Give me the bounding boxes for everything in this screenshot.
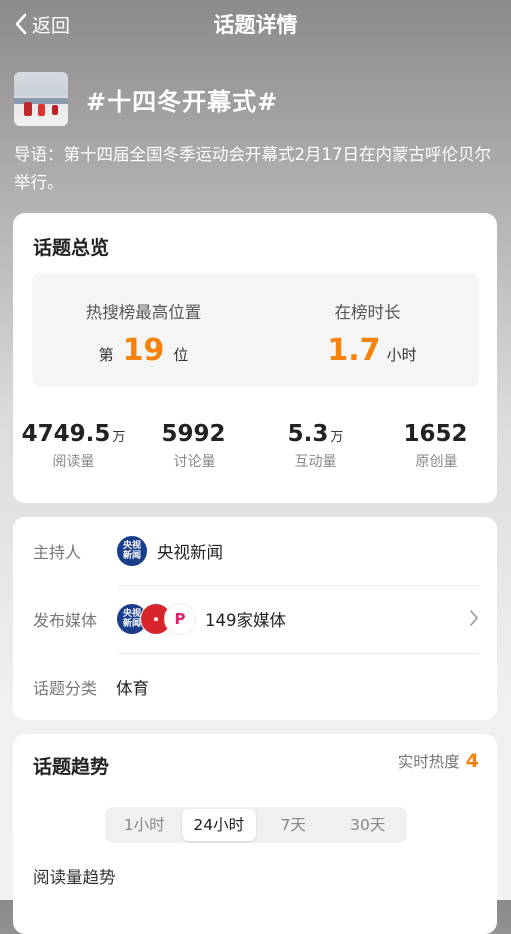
stat-value: 5992 bbox=[161, 421, 226, 447]
topic-intro: 导语：第十四届全国冬季运动会开幕式2月17日在内蒙古呼伦贝尔举行。 bbox=[14, 145, 491, 192]
rank-prefix: 第 bbox=[98, 346, 114, 364]
nav-bar: 返回 话题详情 bbox=[0, 0, 511, 48]
trend-card: 话题趋势 实时热度 4 1小时 24小时 7天 30天 阅读量趋势 bbox=[13, 734, 497, 934]
rank-value: 19 bbox=[122, 333, 165, 368]
heat-value: 4 bbox=[465, 750, 479, 772]
category-row: 话题分类 体育 bbox=[33, 653, 479, 721]
rank-box: 热搜榜最高位置 第 19 位 在榜时长 1.7 小时 bbox=[32, 273, 479, 387]
tab-7-days[interactable]: 7天 bbox=[256, 809, 331, 841]
stat-label: 原创量 bbox=[415, 454, 458, 470]
media-value: 149家媒体 bbox=[205, 611, 286, 630]
stat-label: 阅读量 bbox=[52, 454, 95, 470]
topic-header: #十四冬开幕式# bbox=[14, 72, 278, 126]
trend-heading: 话题趋势 bbox=[33, 756, 110, 778]
stat-read: 4749.5 万 阅读量 bbox=[13, 421, 134, 471]
topic-thumbnail[interactable] bbox=[14, 72, 68, 126]
stat-value: 5.3 bbox=[287, 421, 329, 447]
stat-label: 互动量 bbox=[294, 454, 337, 470]
media-label: 发布媒体 bbox=[33, 611, 98, 630]
stat-value: 4749.5 bbox=[21, 421, 111, 447]
heat-label: 实时热度 bbox=[397, 753, 460, 771]
time-range-selector: 1小时 24小时 7天 30天 bbox=[105, 807, 407, 843]
tab-24-hours[interactable]: 24小时 bbox=[181, 809, 256, 841]
cctv-news-logo: 央视 新闻 bbox=[116, 535, 148, 567]
duration-label: 在榜时长 bbox=[334, 303, 401, 322]
stat-original: 1652 原创量 bbox=[376, 421, 497, 471]
category-value: 体育 bbox=[116, 679, 149, 698]
stat-unit: 万 bbox=[330, 430, 344, 445]
overview-heading: 话题总览 bbox=[33, 237, 110, 259]
stat-interaction: 5.3 万 互动量 bbox=[255, 421, 376, 471]
tab-1-hour[interactable]: 1小时 bbox=[107, 809, 182, 841]
host-label: 主持人 bbox=[33, 543, 82, 562]
page-title: 话题详情 bbox=[213, 13, 298, 37]
topic-title: #十四冬开幕式# bbox=[86, 87, 279, 116]
stat-label: 讨论量 bbox=[173, 454, 216, 470]
category-label: 话题分类 bbox=[33, 679, 98, 698]
realtime-heat: 实时热度 4 bbox=[398, 750, 479, 772]
media-row[interactable]: 发布媒体 央视 新闻 ▪ P 149家媒体 bbox=[33, 585, 479, 653]
overview-card: 话题总览 热搜榜最高位置 第 19 位 在榜时长 1.7 小时 4749.5 万 … bbox=[13, 213, 497, 503]
duration-unit: 小时 bbox=[386, 346, 417, 364]
stats-row: 4749.5 万 阅读量 5992 讨论量 5.3 万 互动量 1652 原创量 bbox=[13, 421, 497, 471]
rank-suffix: 位 bbox=[173, 346, 189, 364]
info-card: 主持人 央视 新闻 央视新闻 发布媒体 央视 新闻 ▪ P 149家媒体 话题分类 … bbox=[13, 517, 497, 720]
stat-value: 1652 bbox=[403, 421, 468, 447]
stat-discussion: 5992 讨论量 bbox=[134, 421, 255, 471]
tab-30-days[interactable]: 30天 bbox=[331, 809, 406, 841]
duration-value: 1.7 bbox=[327, 333, 381, 368]
chevron-right-icon bbox=[470, 610, 478, 626]
rank-column: 热搜榜最高位置 第 19 位 bbox=[32, 273, 255, 387]
host-value: 央视新闻 bbox=[157, 543, 223, 562]
read-trend-label: 阅读量趋势 bbox=[33, 868, 116, 887]
duration-column: 在榜时长 1.7 小时 bbox=[256, 273, 479, 387]
media-logo-pink: P bbox=[164, 603, 196, 635]
host-row[interactable]: 主持人 央视 新闻 央视新闻 bbox=[33, 517, 479, 585]
stat-unit: 万 bbox=[112, 430, 126, 445]
rank-label: 热搜榜最高位置 bbox=[85, 303, 202, 322]
